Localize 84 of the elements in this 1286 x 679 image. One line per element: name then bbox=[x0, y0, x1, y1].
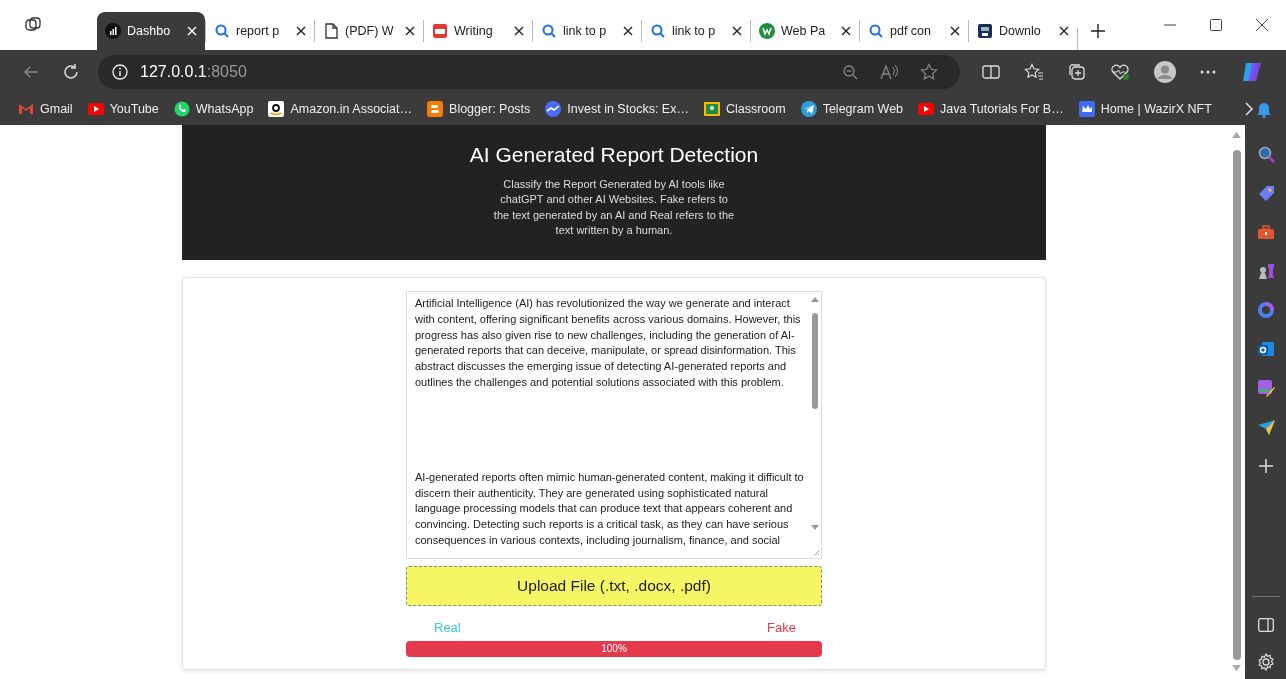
copilot-icon[interactable] bbox=[1240, 60, 1264, 83]
search-icon[interactable] bbox=[1256, 145, 1275, 163]
url-host: 127.0.0.1 bbox=[140, 61, 207, 82]
play-icon bbox=[87, 101, 104, 117]
star-icon[interactable] bbox=[920, 62, 938, 81]
chess-pieces-icon[interactable] bbox=[1256, 262, 1275, 280]
address-bar[interactable]: 127.0.0.1:8050 bbox=[98, 54, 960, 89]
chat-bubble-icon bbox=[173, 101, 190, 117]
bookmark-link[interactable]: Blogger: Posts bbox=[427, 99, 531, 119]
chart-circle-icon bbox=[545, 101, 562, 117]
close-icon[interactable] bbox=[950, 26, 960, 36]
mail-icon[interactable] bbox=[1256, 340, 1275, 358]
browser-tab[interactable]: report p bbox=[206, 12, 314, 50]
image-edit-icon[interactable] bbox=[1256, 379, 1275, 397]
real-label: Real bbox=[434, 619, 461, 637]
side-panel-icon[interactable] bbox=[1257, 618, 1274, 632]
search-icon bbox=[868, 23, 884, 39]
browser-tab[interactable]: Downlo bbox=[969, 12, 1077, 50]
bookmark-link[interactable]: YouTube bbox=[87, 99, 159, 119]
favorites-icon[interactable] bbox=[1024, 62, 1044, 81]
bookmark-link[interactable]: Invest in Stocks: Ex… bbox=[545, 99, 689, 119]
browser-tab[interactable]: pdf con bbox=[860, 12, 968, 50]
browser-tab[interactable]: (PDF) W bbox=[315, 12, 423, 50]
report-paragraph: Artificial Intelligence (AI) has revolutionized the way we generate and interact with content, offering significant benefits across various domains. However, this progress has also given rise to new challenges, including the generation of AI-generated reports that can deceive, manipulate, or spread disinformation. This abstract discusses the emerging issue of detecting AI-generated reports and outlines the challenges and potential solutions associated with this problem. bbox=[415, 296, 802, 390]
app-logo-icon bbox=[977, 23, 993, 39]
zoom-out-icon[interactable] bbox=[842, 63, 858, 80]
paper-plane-icon[interactable] bbox=[1256, 418, 1275, 436]
progress-fill: 100% bbox=[406, 640, 822, 657]
classroom-icon bbox=[703, 101, 720, 117]
play-icon bbox=[918, 101, 935, 117]
close-icon[interactable] bbox=[514, 26, 524, 36]
avatar-icon[interactable] bbox=[1154, 60, 1176, 83]
split-screen-icon[interactable] bbox=[982, 62, 1000, 81]
more-icon[interactable] bbox=[1200, 69, 1216, 74]
page-description: Classify the Report Generated by AI tools like chatGPT and other AI Websites. Fake refers to the text generated by an AI and Real refers to the text written by a human. bbox=[492, 176, 736, 238]
bookmark-link[interactable]: Gmail bbox=[18, 99, 73, 119]
settings-icon[interactable] bbox=[1256, 653, 1275, 671]
add-icon[interactable] bbox=[1090, 23, 1106, 39]
close-icon[interactable] bbox=[405, 26, 415, 36]
search-icon bbox=[541, 23, 557, 39]
browser-tab[interactable]: Web Pa bbox=[751, 12, 859, 50]
page-title: AI Generated Report Detection bbox=[469, 142, 759, 168]
bookmark-link[interactable]: Java Tutorials For B… bbox=[918, 99, 1064, 119]
bookmark-link[interactable]: Classroom bbox=[703, 99, 786, 119]
letter-tile-icon bbox=[268, 101, 285, 117]
collections-icon[interactable] bbox=[1068, 62, 1086, 81]
search-icon bbox=[214, 23, 230, 39]
read-aloud-icon[interactable] bbox=[880, 63, 898, 80]
maximize-icon[interactable] bbox=[1210, 19, 1222, 31]
mail-icon bbox=[18, 101, 34, 117]
close-icon[interactable] bbox=[623, 26, 633, 36]
paper-plane-icon bbox=[800, 101, 817, 117]
chevron-right-icon[interactable] bbox=[1243, 102, 1254, 116]
heart-pulse-icon[interactable] bbox=[1110, 62, 1130, 81]
report-text-area[interactable] bbox=[406, 291, 822, 559]
crown-icon bbox=[1078, 101, 1095, 117]
close-icon[interactable] bbox=[296, 26, 306, 36]
pdf-file-icon bbox=[432, 23, 448, 39]
chart-logo-icon bbox=[105, 23, 121, 39]
browser-tab[interactable]: Writing bbox=[424, 12, 532, 50]
search-icon bbox=[650, 23, 666, 39]
info-icon bbox=[112, 63, 128, 80]
close-icon[interactable] bbox=[841, 26, 851, 36]
workspaces-icon[interactable] bbox=[24, 16, 42, 34]
w-logo-icon bbox=[759, 23, 775, 39]
refresh-icon[interactable] bbox=[62, 62, 80, 81]
close-icon[interactable] bbox=[1059, 26, 1069, 36]
fake-label: Fake bbox=[767, 619, 796, 637]
browser-tab[interactable]: link to p bbox=[642, 12, 750, 50]
close-icon[interactable] bbox=[1256, 19, 1268, 31]
bookmark-link[interactable]: WhatsApp bbox=[173, 99, 254, 119]
toolbox-icon[interactable] bbox=[1256, 223, 1275, 241]
upload-area[interactable]: Upload File (.txt, .docx, .pdf) bbox=[406, 566, 822, 606]
browser-tab[interactable]: link to p bbox=[533, 12, 641, 50]
report-paragraph: AI-generated reports often mimic human-generated content, making it difficult to discern their authenticity. They are generated using sophisticated natural language processing models that can produce text that appears coherent and convincing. Detecting such reports is a critical task, as they can have serious consequences in various contexts, including journalism, finance, and social bbox=[415, 469, 805, 548]
url-port: :8050 bbox=[206, 61, 247, 82]
document-icon bbox=[323, 23, 339, 39]
close-icon[interactable] bbox=[732, 26, 742, 36]
bookmark-link[interactable]: Amazon.in Associat… bbox=[268, 99, 413, 119]
browser-tab[interactable]: Dashbo bbox=[97, 12, 205, 50]
blog-icon bbox=[427, 101, 444, 117]
bookmark-link[interactable]: Telegram Web bbox=[800, 99, 904, 119]
bell-icon[interactable] bbox=[1256, 100, 1272, 118]
bookmark-link[interactable]: Home | WazirX NFT bbox=[1078, 99, 1212, 119]
